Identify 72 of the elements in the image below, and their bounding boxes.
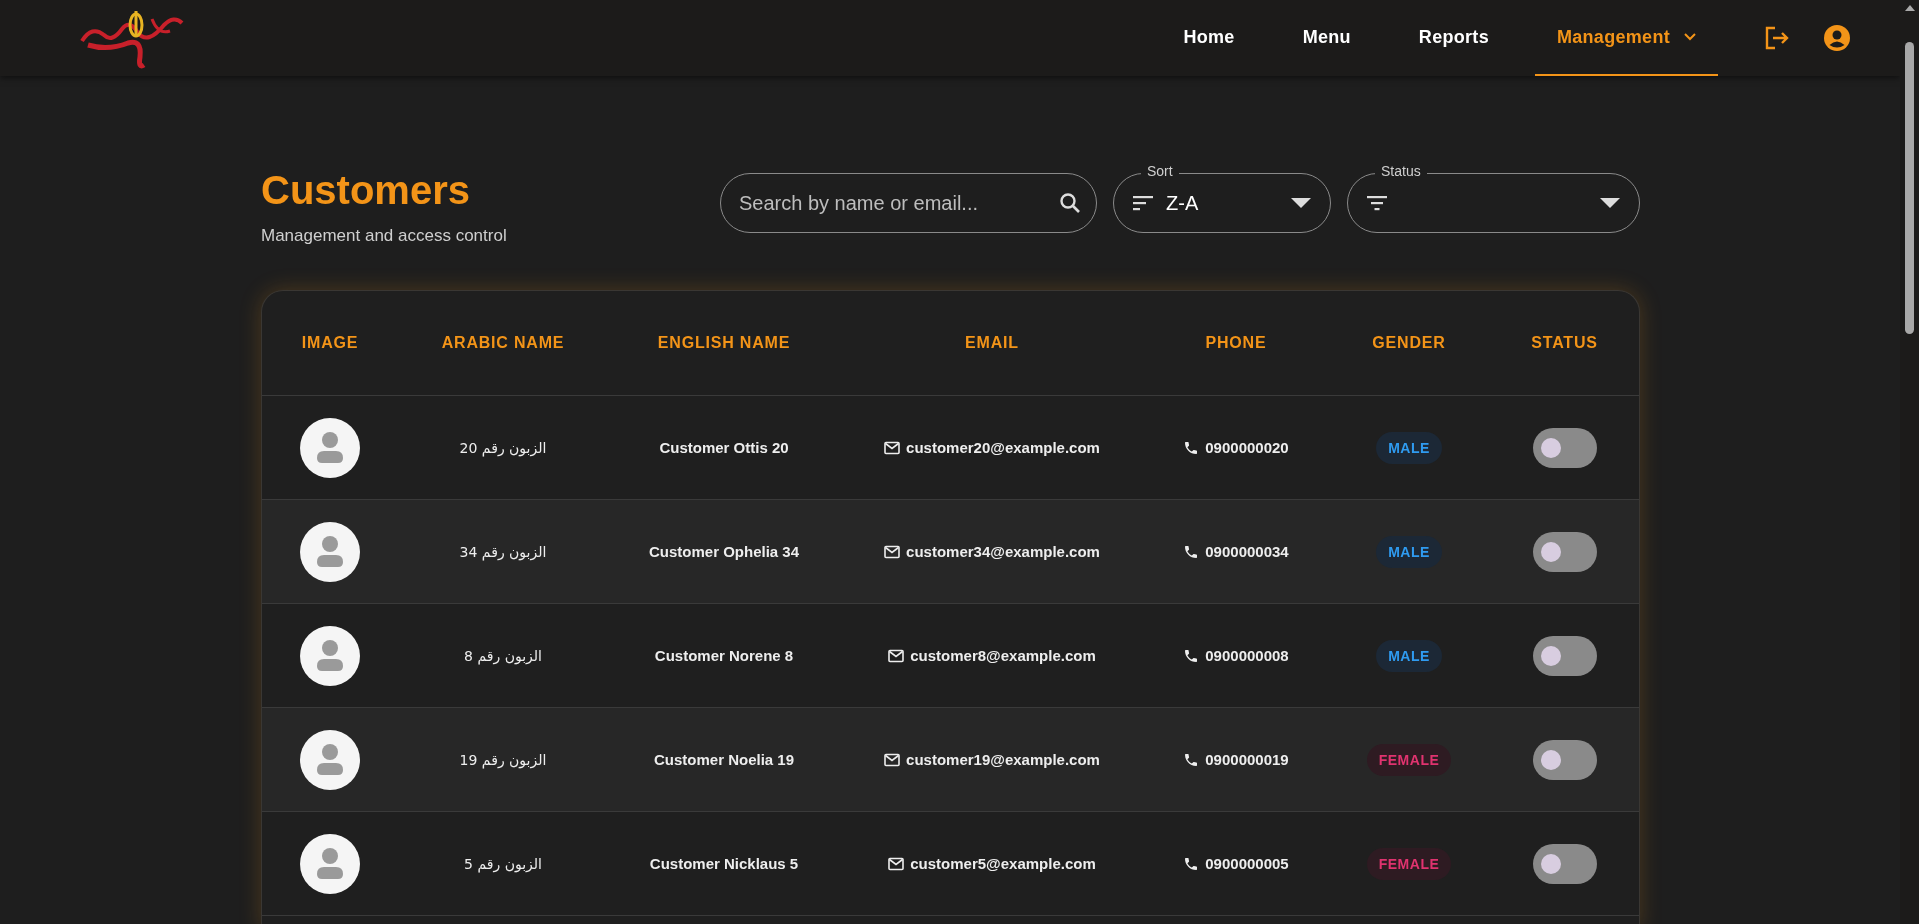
column-header: ARABIC NAME <box>441 334 565 352</box>
sort-icon <box>1132 195 1154 211</box>
nav-link[interactable]: Menu <box>1280 0 1373 76</box>
scroll-up-icon[interactable] <box>1903 4 1916 12</box>
logout-button[interactable] <box>1764 26 1790 50</box>
avatar-icon <box>300 729 360 790</box>
status-toggle[interactable] <box>1532 739 1597 780</box>
search-icon[interactable] <box>1059 192 1081 214</box>
email-text: customer34@example.com <box>906 543 1100 560</box>
table-cell: الزبون رقم 5 <box>464 855 542 872</box>
field-label: Status <box>1375 163 1427 179</box>
mail-icon <box>888 648 905 663</box>
status-toggle[interactable] <box>1532 427 1597 468</box>
phone-icon <box>1183 647 1200 664</box>
nav-link[interactable]: Management <box>1534 0 1718 76</box>
filter-icon <box>1366 195 1388 211</box>
column-header: STATUS <box>1531 334 1598 352</box>
phone-icon <box>1183 751 1200 768</box>
status-toggle[interactable] <box>1532 531 1597 572</box>
table-cell: الزبون رقم 20 <box>459 439 547 456</box>
column-header: IMAGE <box>301 334 359 352</box>
avatar-icon <box>300 833 360 894</box>
phone-text: 0900000005 <box>1205 855 1289 872</box>
mail-icon <box>884 752 901 767</box>
mail-icon <box>884 544 901 559</box>
email-text: customer19@example.com <box>906 751 1100 768</box>
dropdown-arrow-icon[interactable] <box>1599 197 1621 209</box>
nav-link[interactable]: Home <box>1161 0 1257 76</box>
email-text: customer5@example.com <box>910 855 1096 872</box>
phone-text: 0900000008 <box>1205 647 1289 664</box>
page-subtitle: Management and access control <box>261 226 507 246</box>
search-field[interactable]: Search by name or email... <box>720 173 1097 233</box>
scrollbar[interactable] <box>1900 0 1919 924</box>
phone-icon <box>1183 855 1200 872</box>
field-label: Sort <box>1141 163 1179 179</box>
avatar-icon <box>300 521 360 582</box>
column-header: GENDER <box>1372 334 1446 352</box>
nav-link[interactable]: Reports <box>1396 0 1511 76</box>
gender-tag: MALE <box>1376 431 1442 464</box>
email-text: customer20@example.com <box>906 439 1100 456</box>
gender-tag: MALE <box>1376 639 1442 672</box>
gender-tag: MALE <box>1376 535 1442 568</box>
phone-icon <box>1183 439 1200 456</box>
account-button[interactable] <box>1824 25 1850 51</box>
phone-icon <box>1183 543 1200 560</box>
table-cell: الزبون رقم 8 <box>464 647 542 664</box>
table-cell: الزبون رقم 19 <box>459 751 547 768</box>
column-header: EMAIL <box>965 334 1019 352</box>
scrollbar-thumb[interactable] <box>1905 42 1914 334</box>
table-cell: Customer Ophelia 34 <box>648 543 799 560</box>
mail-icon <box>888 856 905 871</box>
table-cell: Customer Noelia 19 <box>653 751 794 768</box>
column-header: ENGLISH NAME <box>657 334 791 352</box>
dropdown-arrow-icon[interactable] <box>1290 197 1312 209</box>
status-toggle[interactable] <box>1532 635 1597 676</box>
phone-text: 0900000019 <box>1205 751 1289 768</box>
mail-icon <box>884 440 901 455</box>
column-header: PHONE <box>1205 334 1267 352</box>
table-cell: الزبون رقم 34 <box>459 543 547 560</box>
phone-text: 0900000020 <box>1205 439 1289 456</box>
table-cell: Customer Norene 8 <box>654 647 794 664</box>
phone-text: 0900000034 <box>1205 543 1289 560</box>
email-text: customer8@example.com <box>910 647 1096 664</box>
gender-tag: FEMALE <box>1366 847 1452 880</box>
table-cell: Customer Ottis 20 <box>659 439 789 456</box>
page-title: Customers <box>261 170 471 210</box>
status-toggle[interactable] <box>1532 843 1597 884</box>
avatar-icon <box>300 417 360 478</box>
select-value: Z-A <box>1166 191 1200 215</box>
avatar-icon <box>300 625 360 686</box>
table-cell: Customer Nicklaus 5 <box>649 855 799 872</box>
gender-tag: FEMALE <box>1366 743 1452 776</box>
